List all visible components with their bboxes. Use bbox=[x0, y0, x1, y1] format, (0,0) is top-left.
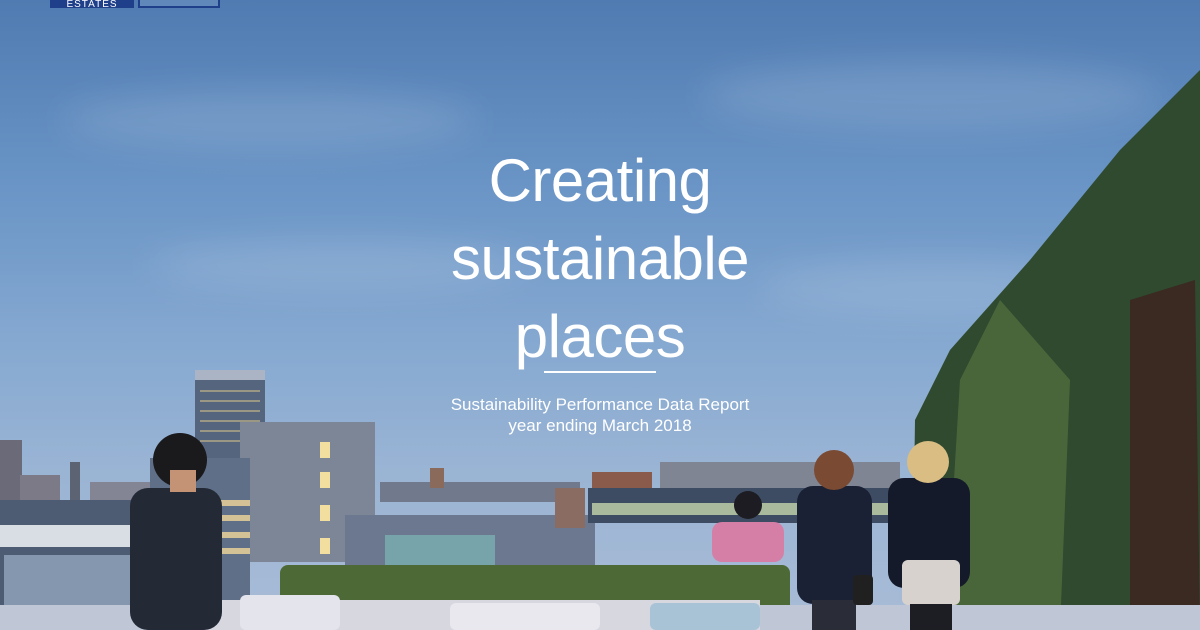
distant-building bbox=[592, 472, 652, 490]
subtitle-line-1: Sustainability Performance Data Report bbox=[450, 395, 750, 414]
report-title: Creating sustainable places bbox=[0, 142, 1200, 376]
report-subtitle: Sustainability Performance Data Report y… bbox=[0, 394, 1200, 436]
standing-man-face bbox=[170, 470, 196, 492]
cushion bbox=[240, 595, 340, 630]
distant-building bbox=[20, 475, 60, 500]
title-line-2: sustainable bbox=[450, 225, 750, 292]
office-building-band bbox=[0, 525, 150, 547]
distant-building bbox=[660, 462, 900, 490]
cushion bbox=[450, 603, 600, 630]
low-building bbox=[555, 488, 585, 528]
cushion bbox=[650, 603, 760, 630]
distant-building bbox=[430, 468, 444, 488]
brand-logo-text: ESTATES bbox=[66, 0, 118, 10]
title-divider bbox=[544, 371, 656, 373]
brand-logo-right bbox=[138, 0, 220, 8]
distant-building bbox=[70, 462, 80, 500]
title-line-1: Creating bbox=[488, 147, 712, 214]
woman-hair bbox=[907, 441, 949, 483]
standing-man bbox=[130, 488, 222, 630]
seated-person bbox=[712, 522, 784, 562]
woman-legs bbox=[910, 604, 952, 630]
title-line-3: places bbox=[514, 303, 686, 370]
subtitle-line-2: year ending March 2018 bbox=[508, 416, 692, 435]
distant-building bbox=[0, 440, 22, 500]
woman-legs bbox=[812, 600, 856, 630]
seated-person-head bbox=[734, 491, 762, 519]
woman-hair bbox=[814, 450, 854, 490]
brand-logo-left: ESTATES bbox=[50, 0, 134, 10]
distant-building bbox=[380, 482, 580, 502]
glass-roof bbox=[385, 535, 495, 567]
handbag bbox=[853, 575, 873, 605]
woman-skirt bbox=[902, 560, 960, 605]
